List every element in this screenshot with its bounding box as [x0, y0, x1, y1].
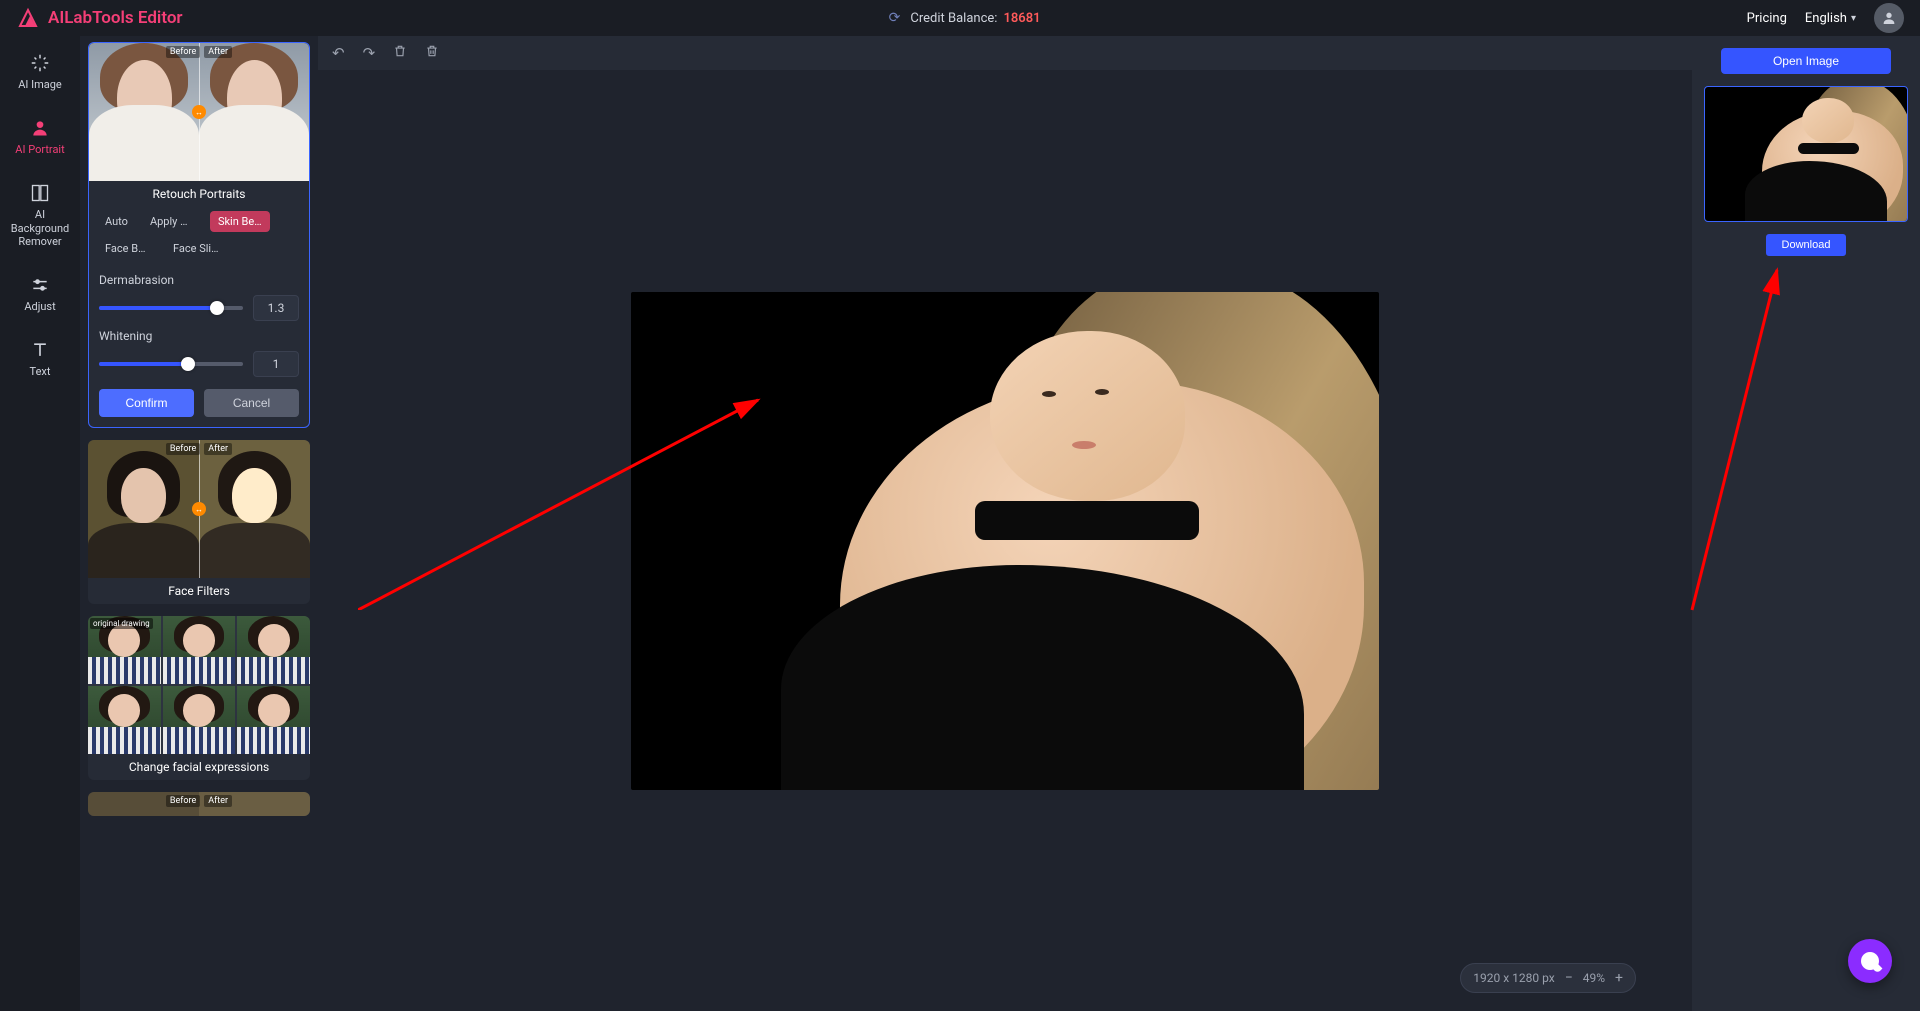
trash-icon[interactable] [393, 44, 407, 62]
whitening-slider[interactable] [99, 362, 243, 366]
thumb-labels: Before After [88, 795, 310, 807]
tab-auto[interactable]: Auto [97, 211, 136, 232]
person-icon [29, 117, 51, 139]
rail-ai-image[interactable]: AI Image [3, 48, 77, 95]
header-right: Pricing English ▾ [1747, 3, 1904, 33]
feature-title: Change facial expressions [88, 754, 310, 780]
whitening-value[interactable]: 1 [253, 351, 299, 377]
tab-face-be[interactable]: Face Be… [97, 238, 159, 259]
dermabrasion-slider[interactable] [99, 306, 243, 310]
before-tag: Before [166, 795, 200, 807]
credit-label: Credit Balance: [910, 11, 997, 26]
rail-label: AI Portrait [15, 143, 64, 156]
chat-fab[interactable] [1848, 939, 1892, 983]
rail-label: Text [30, 365, 51, 378]
feature-expressions[interactable]: original drawing Change facial expressio… [88, 616, 310, 780]
right-panel: Open Image Download [1692, 36, 1920, 1011]
feature-next-peek[interactable]: Before After [88, 792, 310, 816]
image-preview[interactable] [1704, 86, 1908, 222]
zoom-out-icon[interactable]: − [1565, 970, 1573, 986]
canvas-toolbar: ↶ ↷ [318, 36, 1692, 70]
expressions-thumb: original drawing [88, 616, 310, 754]
open-image-button[interactable]: Open Image [1721, 48, 1891, 74]
chevron-down-icon: ▾ [1851, 13, 1856, 24]
retouch-thumb[interactable]: Before After ↔ [89, 43, 309, 181]
annotation-arrow-right [1682, 260, 1802, 620]
logo-icon [16, 6, 40, 30]
slider-label: Whitening [99, 329, 299, 343]
header-left: AILabTools Editor [16, 6, 183, 30]
language-select[interactable]: English ▾ [1805, 11, 1856, 26]
original-tag: original drawing [90, 618, 153, 629]
rail-label: AI Image [18, 78, 62, 91]
rail-text[interactable]: Text [3, 335, 77, 382]
main-area: AI Image AI Portrait AI Background Remov… [0, 36, 1920, 1011]
bg-remove-icon [29, 182, 51, 204]
sliders-icon [29, 274, 51, 296]
download-button[interactable]: Download [1766, 234, 1846, 256]
language-label: English [1805, 11, 1847, 26]
confirm-button[interactable]: Confirm [99, 389, 194, 417]
before-tag: Before [166, 443, 200, 455]
slider-thumb[interactable] [181, 357, 195, 371]
rail-label: AI Background Remover [7, 208, 73, 248]
after-tag: After [204, 443, 232, 455]
canvas-status: 1920 x 1280 px − 49% + [1460, 963, 1636, 993]
tab-apply-m[interactable]: Apply M… [142, 211, 204, 232]
thumb-labels: Before After [88, 443, 310, 455]
action-buttons: Confirm Cancel [89, 379, 309, 427]
image-dimensions: 1920 x 1280 px [1473, 971, 1554, 985]
credit-value: 18681 [1003, 11, 1040, 26]
user-avatar[interactable] [1874, 3, 1904, 33]
compare-handle-icon[interactable]: ↔ [192, 502, 206, 516]
undo-icon[interactable]: ↶ [332, 44, 345, 62]
canvas-wrap: ↶ ↷ 1920 x 1280 px − 49% + [318, 36, 1692, 1011]
filters-thumb: Before After ↔ [88, 440, 310, 578]
slider-thumb[interactable] [210, 301, 224, 315]
canvas-body[interactable] [318, 70, 1692, 1011]
chat-icon [1861, 952, 1879, 970]
feature-title: Retouch Portraits [89, 181, 309, 207]
rail-adjust[interactable]: Adjust [3, 270, 77, 317]
slider-dermabrasion: Dermabrasion 1.3 [89, 267, 309, 323]
zoom-in-icon[interactable]: + [1615, 970, 1623, 986]
app-title: AILabTools Editor [48, 8, 183, 28]
after-tag: After [204, 795, 232, 807]
app-header: AILabTools Editor ⟳ Credit Balance: 1868… [0, 0, 1920, 36]
dermabrasion-value[interactable]: 1.3 [253, 295, 299, 321]
pricing-link[interactable]: Pricing [1747, 11, 1787, 26]
after-tag: After [204, 46, 232, 58]
tool-rail: AI Image AI Portrait AI Background Remov… [0, 36, 80, 1011]
retouch-tabs: Auto Apply M… Skin Be… Face Be… Face Sli… [89, 207, 309, 267]
feature-face-filters[interactable]: Before After ↔ Face Filters [88, 440, 310, 604]
slider-label: Dermabrasion [99, 273, 299, 287]
refresh-icon[interactable]: ⟳ [889, 10, 901, 26]
feature-panel: Before After ↔ Retouch Portraits Auto Ap… [80, 36, 318, 1011]
feature-retouch-portraits: Before After ↔ Retouch Portraits Auto Ap… [88, 42, 310, 428]
rail-bg-remover[interactable]: AI Background Remover [3, 178, 77, 252]
redo-icon[interactable]: ↷ [363, 44, 376, 62]
clear-all-icon[interactable] [425, 44, 439, 62]
rail-label: Adjust [24, 300, 55, 313]
tab-skin-be[interactable]: Skin Be… [210, 211, 270, 232]
feature-title: Face Filters [88, 578, 310, 604]
rail-ai-portrait[interactable]: AI Portrait [3, 113, 77, 160]
cancel-button[interactable]: Cancel [204, 389, 299, 417]
sparkle-icon [29, 52, 51, 74]
tab-face-sli[interactable]: Face Sli… [165, 238, 226, 259]
before-tag: Before [166, 46, 200, 58]
text-icon [29, 339, 51, 361]
credit-balance: ⟳ Credit Balance: 18681 [889, 10, 1041, 26]
main-image[interactable] [631, 292, 1379, 790]
thumb-labels: Before After [89, 46, 309, 58]
zoom-value: 49% [1583, 971, 1605, 985]
slider-whitening: Whitening 1 [89, 323, 309, 379]
compare-handle-icon[interactable]: ↔ [192, 105, 206, 119]
